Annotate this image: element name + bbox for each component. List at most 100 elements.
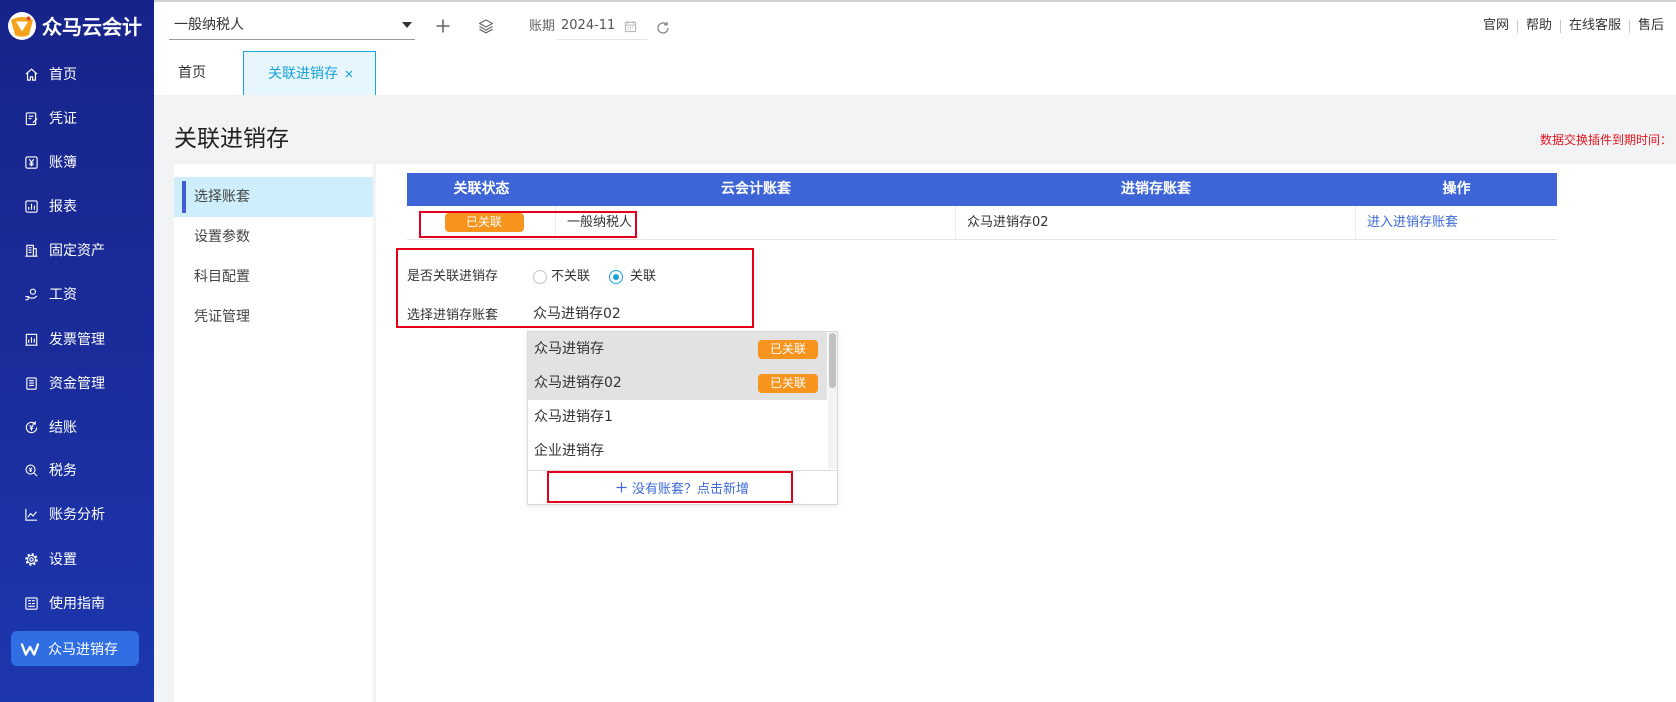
header-link-aftersales[interactable]: 售后 (1638, 17, 1664, 35)
status-cell: 已关联 (407, 206, 556, 239)
dropdown-option[interactable]: 众马进销存1 (528, 400, 827, 434)
subnav-item-vouchers[interactable]: 凭证管理 (174, 297, 373, 337)
link-jxc-label: 是否关联进销存 (407, 269, 499, 284)
tab-home[interactable]: 首页 (158, 51, 243, 95)
enter-jxc-link[interactable]: 进入进销存账套 (1367, 215, 1458, 230)
select-jxc-label: 选择进销存账套 (407, 308, 499, 323)
link-table: 关联状态 云会计账套 进销存账套 操作 已关联 一般纳税人 众马进销存02 进入… (407, 173, 1557, 240)
sidebar-item-settings[interactable]: 设置 (0, 541, 154, 577)
linked-badge: 已关联 (758, 340, 818, 359)
sidebar-item-tax[interactable]: 税务 (0, 452, 154, 488)
plugin-expiry-notice: 数据交换插件到期时间： (1539, 133, 1672, 147)
dropdown-list: 众马进销存 已关联 众马进销存02 已关联 众马进销存1 企业进销存 (528, 332, 837, 469)
sidebar: 众马云会计 首页 凭证 账簿 报表 固定资产 工资 发票管理 资金管理 结账 税… (0, 0, 154, 702)
sidebar-item-salary[interactable]: 工资 (0, 276, 154, 312)
subnav-item-subjects[interactable]: 科目配置 (174, 257, 373, 297)
sidebar-item-guide[interactable]: 使用指南 (0, 585, 154, 621)
layers-icon[interactable] (478, 18, 494, 34)
sidebar-item-label: 固定资产 (49, 243, 105, 259)
jxc-account-cell: 众马进销存02 (956, 206, 1356, 239)
header-link-website[interactable]: 官网 (1483, 17, 1509, 35)
subnav-item-select-account[interactable]: 选择账套 (174, 177, 373, 217)
sub-nav: 选择账套 设置参数 科目配置 凭证管理 (174, 164, 373, 702)
option-label: 众马进销存1 (534, 409, 613, 425)
sidebar-item-ledger[interactable]: 账簿 (0, 144, 154, 180)
period-label: 账期 (529, 19, 556, 34)
zhongma-logo-icon (7, 11, 37, 41)
tab-label: 首页 (178, 65, 206, 81)
column-header: 关联状态 (453, 181, 510, 197)
plus-icon[interactable] (435, 18, 451, 34)
page-title: 关联进销存 (174, 126, 289, 152)
close-icon[interactable] (344, 69, 354, 79)
add-account-button[interactable]: 没有账套？点击新增 (528, 470, 837, 504)
sidebar-item-label: 结账 (49, 420, 77, 436)
dropdown-option[interactable]: 众马进销存 已关联 (528, 332, 827, 366)
plus-icon (616, 482, 627, 493)
radio-not-link-label[interactable]: 不关联 (551, 268, 590, 286)
tab-link-jxc[interactable]: 关联进销存 (243, 51, 376, 95)
header-links: 官网 帮助 在线客服 售后 (1483, 17, 1664, 35)
option-label: 众马进销存 (534, 341, 604, 357)
sidebar-item-label: 资金管理 (49, 376, 105, 392)
dropdown-option[interactable]: 众马进销存02 已关联 (528, 366, 827, 400)
analysis-icon (24, 507, 39, 522)
jxc-account-dropdown: 众马进销存 已关联 众马进销存02 已关联 众马进销存1 企业进销存 没有账套？… (527, 331, 838, 505)
action-cell: 进入进销存账套 (1356, 206, 1557, 239)
sidebar-item-closing[interactable]: 结账 (0, 409, 154, 445)
sidebar-item-voucher[interactable]: 凭证 (0, 100, 154, 136)
link-separator (1559, 19, 1561, 33)
table-header: 关联状态 云会计账套 进销存账套 操作 (407, 173, 1557, 206)
closing-icon (24, 420, 39, 435)
status-badge: 已关联 (444, 213, 524, 232)
app-logo-text: 众马云会计 (42, 15, 142, 39)
sidebar-item-jxc[interactable]: 众马进销存 (11, 631, 139, 666)
sidebar-item-analysis[interactable]: 账务分析 (0, 496, 154, 532)
top-header: 一般纳税人 账期 2024-11 官网 帮助 在线客服 售后 (154, 0, 1676, 51)
sidebar-item-invoice[interactable]: 发票管理 (0, 321, 154, 357)
account-select-value: 一般纳税人 (174, 17, 244, 33)
radio-not-link[interactable] (533, 270, 547, 284)
radio-link[interactable] (609, 270, 623, 284)
jxc-account-select[interactable]: 众马进销存02 (527, 304, 827, 324)
link-separator (1516, 19, 1518, 33)
header-link-help[interactable]: 帮助 (1526, 17, 1552, 35)
ledger-icon (24, 155, 39, 170)
sidebar-item-funds[interactable]: 资金管理 (0, 365, 154, 401)
main-content: 关联状态 云会计账套 进销存账套 操作 已关联 一般纳税人 众马进销存02 进入… (376, 164, 1676, 702)
column-header: 操作 (1442, 181, 1471, 197)
subnav-item-parameters[interactable]: 设置参数 (174, 217, 373, 257)
sidebar-item-fixed-assets[interactable]: 固定资产 (0, 232, 154, 268)
calendar-icon[interactable] (624, 20, 637, 33)
account-select[interactable]: 一般纳税人 (169, 10, 415, 40)
column-header: 云会计账套 (721, 181, 791, 197)
report-icon (24, 199, 39, 214)
sidebar-item-label: 众马进销存 (48, 641, 118, 658)
salary-icon (24, 287, 39, 302)
period-value: 2024-11 (561, 18, 616, 33)
guide-icon (24, 596, 39, 611)
sidebar-item-home[interactable]: 首页 (0, 56, 154, 92)
sidebar-item-label: 账簿 (49, 155, 77, 171)
radio-link-label[interactable]: 关联 (630, 268, 656, 286)
sidebar-item-label: 发票管理 (49, 332, 105, 348)
sidebar-item-label: 税务 (49, 463, 77, 479)
fixed-asset-icon (24, 243, 39, 258)
refresh-icon[interactable] (656, 21, 670, 35)
option-label: 众马进销存02 (534, 375, 622, 391)
scrollbar-thumb[interactable] (829, 333, 836, 388)
cloud-account-cell: 一般纳税人 (556, 206, 956, 239)
dropdown-option[interactable]: 企业进销存 (528, 434, 827, 468)
dropdown-scrollbar[interactable] (828, 332, 837, 469)
home-icon (24, 67, 39, 82)
link-separator (1628, 19, 1630, 33)
sidebar-item-label: 凭证 (49, 111, 77, 127)
period-input[interactable]: 2024-11 (557, 12, 647, 40)
sidebar-item-report[interactable]: 报表 (0, 188, 154, 224)
header-link-support[interactable]: 在线客服 (1569, 17, 1621, 35)
table-row: 已关联 一般纳税人 众马进销存02 进入进销存账套 (407, 206, 1557, 240)
sidebar-item-label: 首页 (49, 67, 77, 83)
sidebar-item-label: 使用指南 (49, 596, 105, 612)
tab-label: 关联进销存 (268, 66, 338, 82)
invoice-icon (24, 332, 39, 347)
